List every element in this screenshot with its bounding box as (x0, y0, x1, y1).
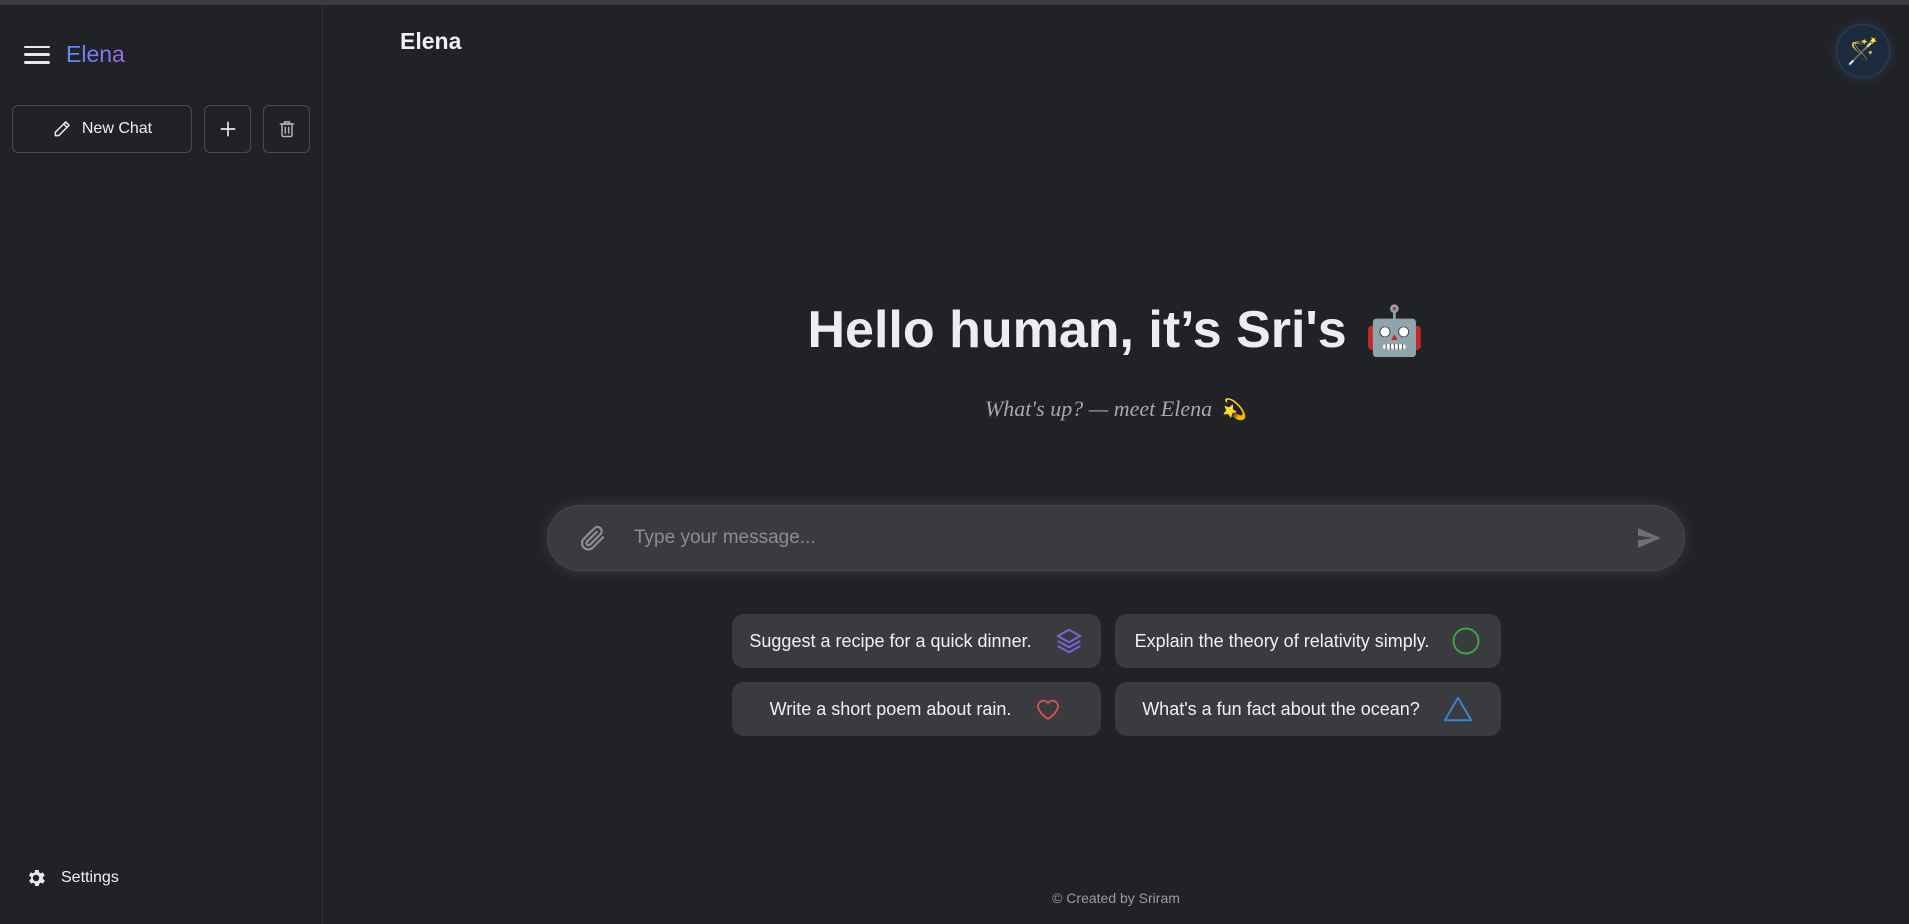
sidebar: Elena New Chat Settings (0, 5, 323, 924)
hero-subtitle: What's up? — meet Elena 💫 (323, 396, 1909, 422)
layers-icon (1056, 628, 1081, 654)
delete-button[interactable] (263, 105, 310, 153)
circle-icon (1452, 627, 1480, 655)
suggestion-label: Write a short poem about rain. (769, 698, 1012, 719)
gear-icon (29, 870, 45, 886)
heart-icon (1037, 699, 1060, 720)
attach-button[interactable] (548, 505, 608, 571)
trash-icon (279, 121, 294, 138)
suggestion-chip-ocean[interactable]: What's a fun fact about the ocean? (1115, 682, 1501, 736)
hero-subtitle-text: What's up? — meet Elena (984, 396, 1213, 421)
suggestion-label: Explain the theory of relativity simply. (1134, 630, 1430, 651)
add-button[interactable] (204, 105, 251, 153)
plus-icon (220, 121, 235, 137)
suggestion-chip-recipe[interactable]: Suggest a recipe for a quick dinner. (732, 614, 1101, 668)
new-chat-label: New Chat (81, 120, 153, 137)
message-composer (547, 505, 1685, 571)
sidebar-brand: Elena (66, 41, 125, 67)
settings-item[interactable]: Settings (25, 867, 119, 889)
sidebar-header: Elena (24, 41, 125, 68)
magic-wand-icon: 🪄 (1846, 35, 1880, 66)
new-chat-button[interactable]: New Chat (12, 105, 192, 153)
settings-label: Settings (61, 869, 119, 886)
robot-emoji-icon: 🤖 (1364, 304, 1425, 358)
dizzy-emoji-icon: 💫 (1222, 398, 1248, 421)
suggestion-label: Suggest a recipe for a quick dinner. (749, 630, 1032, 651)
sidebar-actions: New Chat (12, 105, 310, 153)
suggestion-chip-relativity[interactable]: Explain the theory of relativity simply. (1115, 614, 1501, 668)
hero-title: Hello human, it’s Sri's 🤖 (323, 300, 1909, 360)
suggestion-label: What's a fun fact about the ocean? (1142, 698, 1420, 719)
magic-button[interactable]: 🪄 (1836, 24, 1890, 78)
send-button[interactable] (1614, 505, 1684, 571)
message-input[interactable] (608, 506, 1614, 570)
suggestion-chip-poem[interactable]: Write a short poem about rain. (732, 682, 1101, 736)
page-title: Elena (400, 28, 462, 54)
hamburger-menu-icon[interactable] (24, 44, 50, 66)
paperclip-icon (580, 525, 605, 551)
triangle-icon (1443, 696, 1472, 722)
pencil-icon (54, 121, 70, 137)
hero-title-text: Hello human, it’s Sri's (807, 301, 1347, 359)
footer-credit: © Created by Sriram (1052, 890, 1180, 906)
send-icon (1637, 528, 1661, 548)
